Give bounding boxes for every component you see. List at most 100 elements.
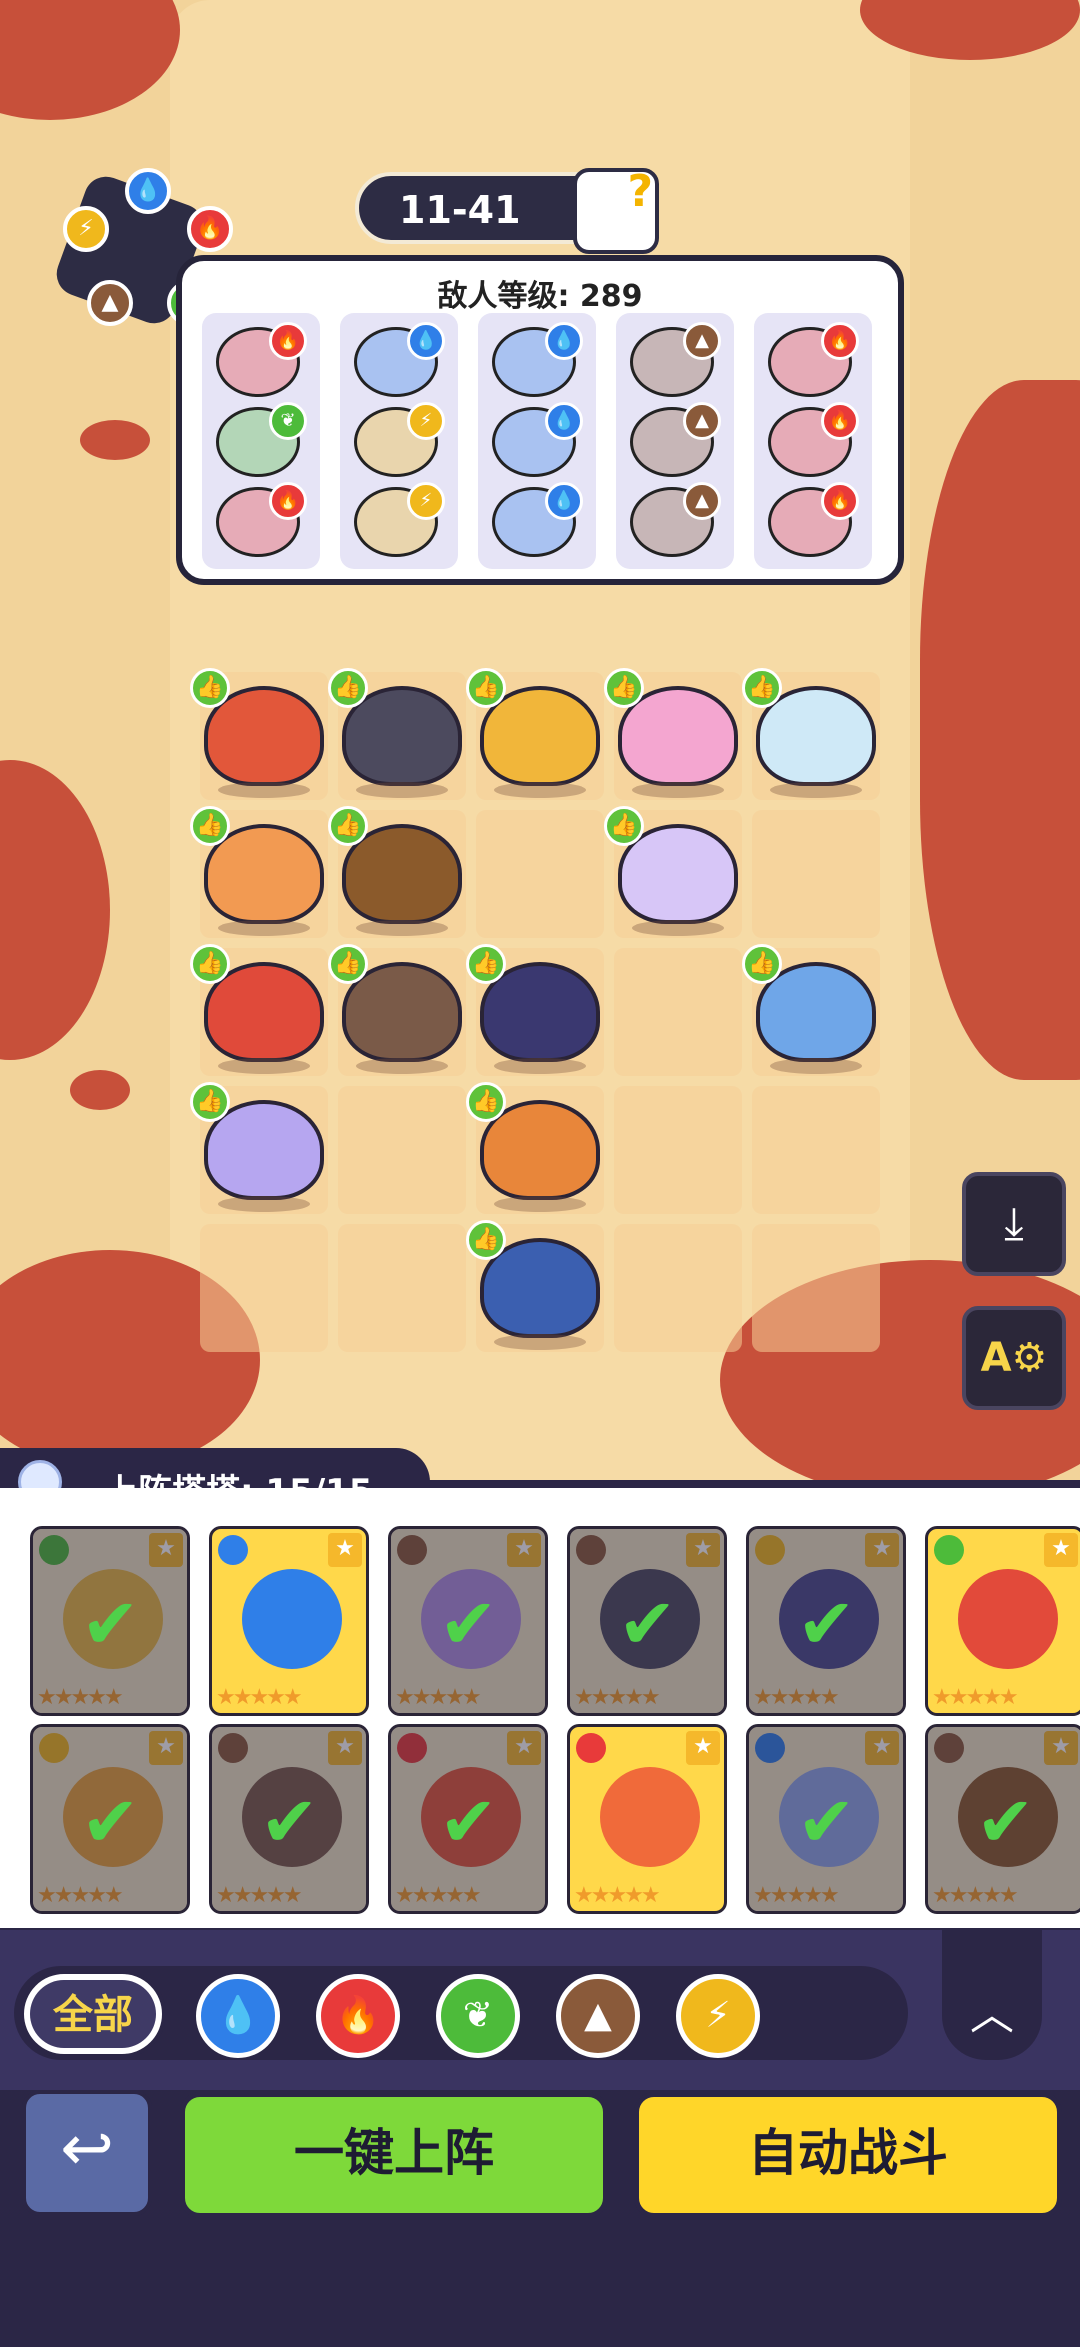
unit-card[interactable]: ★ ★★★★★ ✔ bbox=[30, 1724, 190, 1914]
star-badge-icon: ★ bbox=[686, 1731, 720, 1765]
unit-card[interactable]: ★ ★★★★★ ✔ bbox=[567, 1526, 727, 1716]
board-tile[interactable] bbox=[338, 1086, 466, 1214]
filter-all-button[interactable]: 全部 bbox=[20, 1970, 166, 2058]
deployed-unit[interactable]: 👍 bbox=[742, 668, 876, 798]
deployed-unit[interactable]: 👍 bbox=[466, 1220, 600, 1350]
deployed-unit[interactable]: 👍 bbox=[604, 806, 738, 936]
star-rating: ★★★★★ bbox=[216, 1685, 303, 1710]
pebble bbox=[70, 1070, 130, 1110]
deployed-unit[interactable]: 👍 bbox=[190, 1082, 324, 1212]
check-icon: ✔ bbox=[439, 1781, 498, 1863]
save-lineup-button[interactable]: ⤓ bbox=[962, 1172, 1066, 1276]
unit-card[interactable]: ★ ★★★★★ bbox=[209, 1526, 369, 1716]
enemy-avatar[interactable]: 🔥 bbox=[216, 322, 307, 397]
check-icon: ✔ bbox=[618, 1583, 677, 1665]
enemy-avatar[interactable]: ▲ bbox=[630, 482, 721, 557]
enemy-avatar[interactable]: ▲ bbox=[630, 322, 721, 397]
unit-card[interactable]: ★ ★★★★★ ✔ bbox=[30, 1526, 190, 1716]
earth-element-icon: ▲ bbox=[683, 322, 721, 360]
board-tile[interactable] bbox=[614, 1086, 742, 1214]
board-tile[interactable] bbox=[614, 948, 742, 1076]
board-tile[interactable] bbox=[338, 1224, 466, 1352]
enemy-level: 敌人等级: 289 bbox=[437, 279, 643, 314]
enemy-avatar[interactable]: 💧 bbox=[492, 402, 583, 477]
deployed-unit[interactable]: 👍 bbox=[328, 806, 462, 936]
earth-element-icon: ▲ bbox=[683, 482, 721, 520]
unit-card[interactable]: ★ ★★★★★ bbox=[925, 1526, 1080, 1716]
deployed-unit[interactable]: 👍 bbox=[328, 944, 462, 1074]
star-badge-icon: ★ bbox=[1044, 1533, 1078, 1567]
enemy-avatar[interactable]: ⚡ bbox=[354, 482, 445, 557]
enemy-avatar[interactable]: 💧 bbox=[354, 322, 445, 397]
thumbs-up-icon: 👍 bbox=[742, 668, 782, 708]
unit-shadow bbox=[494, 782, 586, 798]
thumbs-up-icon: 👍 bbox=[466, 668, 506, 708]
deployed-unit[interactable]: 👍 bbox=[328, 668, 462, 798]
fire-element-icon: 🔥 bbox=[269, 322, 307, 360]
unit-shadow bbox=[770, 782, 862, 798]
stage-boss-avatar[interactable]: ? bbox=[573, 166, 659, 254]
deployed-unit[interactable]: 👍 bbox=[466, 944, 600, 1074]
enemy-avatar[interactable]: 🔥 bbox=[216, 482, 307, 557]
enemy-avatar[interactable]: ⚡ bbox=[354, 402, 445, 477]
filter-fire-button[interactable]: 🔥 bbox=[316, 1974, 400, 2058]
bottom-actions: ↩ 一键上阵 自动战斗 bbox=[0, 2090, 1080, 2347]
board-tile[interactable] bbox=[614, 1224, 742, 1352]
unit-shadow bbox=[218, 920, 310, 936]
stage-indicator: 11-41 ? bbox=[355, 166, 659, 254]
star-rating: ★★★★★ bbox=[574, 1883, 661, 1908]
enemy-avatar[interactable]: ❦ bbox=[216, 402, 307, 477]
unit-portrait bbox=[242, 1569, 342, 1669]
board-tile[interactable] bbox=[752, 1224, 880, 1352]
fire-element-icon: 🔥 bbox=[335, 1995, 381, 2036]
deployed-unit[interactable]: 👍 bbox=[190, 806, 324, 936]
unit-portrait bbox=[600, 1767, 700, 1867]
grass-element-icon bbox=[934, 1535, 964, 1565]
star-rating: ★★★★★ bbox=[932, 1685, 1019, 1710]
enemy-avatar[interactable]: 💧 bbox=[492, 482, 583, 557]
earth-element-icon: ▲ bbox=[683, 402, 721, 440]
thumbs-up-icon: 👍 bbox=[328, 806, 368, 846]
thumbs-up-icon: 👍 bbox=[328, 668, 368, 708]
battlefield: 💧🔥❦▲⚡ 11-41 ? 敌人等级: 289 🔥❦🔥💧⚡⚡💧💧💧▲▲▲🔥🔥🔥 … bbox=[0, 0, 1080, 1480]
unit-shadow bbox=[494, 1196, 586, 1212]
filter-grass-button[interactable]: ❦ bbox=[436, 1974, 520, 2058]
back-button[interactable]: ↩ bbox=[22, 2090, 152, 2216]
unit-shadow bbox=[356, 782, 448, 798]
enemy-avatar[interactable]: 🔥 bbox=[768, 402, 859, 477]
enemy-avatar[interactable]: 💧 bbox=[492, 322, 583, 397]
star-badge-icon: ★ bbox=[328, 1533, 362, 1567]
deployed-unit[interactable]: 👍 bbox=[466, 668, 600, 798]
unit-card[interactable]: ★ ★★★★★ bbox=[567, 1724, 727, 1914]
unit-card[interactable]: ★ ★★★★★ ✔ bbox=[746, 1526, 906, 1716]
filter-earth-button[interactable]: ▲ bbox=[556, 1974, 640, 2058]
deployed-unit[interactable]: 👍 bbox=[604, 668, 738, 798]
deployed-unit[interactable]: 👍 bbox=[190, 944, 324, 1074]
filter-thunder-button[interactable]: ⚡ bbox=[676, 1974, 760, 2058]
deployed-unit[interactable]: 👍 bbox=[466, 1082, 600, 1212]
enemy-avatar[interactable]: ▲ bbox=[630, 402, 721, 477]
filter-water-button[interactable]: 💧 bbox=[196, 1974, 280, 2058]
unit-shadow bbox=[218, 782, 310, 798]
deployed-unit[interactable]: 👍 bbox=[742, 944, 876, 1074]
unit-card[interactable]: ★ ★★★★★ ✔ bbox=[388, 1526, 548, 1716]
enemy-avatar[interactable]: 🔥 bbox=[768, 482, 859, 557]
unit-shadow bbox=[356, 1058, 448, 1074]
deployed-unit[interactable]: 👍 bbox=[190, 668, 324, 798]
unit-card[interactable]: ★ ★★★★★ ✔ bbox=[746, 1724, 906, 1914]
thumbs-up-icon: 👍 bbox=[466, 944, 506, 984]
collapse-toggle-button[interactable]: ︿ bbox=[942, 1930, 1042, 2060]
unit-card[interactable]: ★ ★★★★★ ✔ bbox=[209, 1724, 369, 1914]
board-tile[interactable] bbox=[752, 1086, 880, 1214]
board-tile[interactable] bbox=[200, 1224, 328, 1352]
pebble bbox=[80, 420, 150, 460]
auto-battle-button[interactable]: 自动战斗 bbox=[634, 2092, 1062, 2218]
unit-card[interactable]: ★ ★★★★★ ✔ bbox=[925, 1724, 1080, 1914]
enemy-avatar[interactable]: 🔥 bbox=[768, 322, 859, 397]
auto-settings-button[interactable]: A⚙ bbox=[962, 1306, 1066, 1410]
one-click-deploy-button[interactable]: 一键上阵 bbox=[180, 2092, 608, 2218]
download-icon: ⤓ bbox=[1004, 1198, 1024, 1249]
board-tile[interactable] bbox=[752, 810, 880, 938]
unit-card[interactable]: ★ ★★★★★ ✔ bbox=[388, 1724, 548, 1914]
board-tile[interactable] bbox=[476, 810, 604, 938]
